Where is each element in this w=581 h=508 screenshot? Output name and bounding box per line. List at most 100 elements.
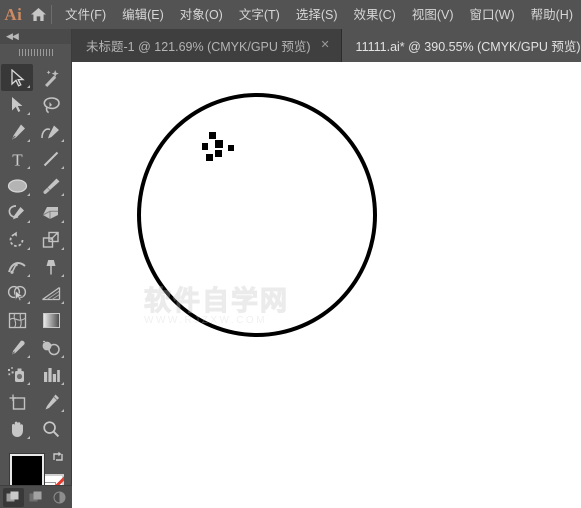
tool-corner-indicator [27, 436, 30, 439]
menu-divider [51, 5, 53, 24]
blend-tool[interactable] [35, 334, 67, 361]
symbol-sprayer-tool[interactable] [1, 361, 33, 388]
tool-corner-indicator [61, 355, 64, 358]
tool-corner-indicator [27, 166, 30, 169]
home-icon[interactable] [27, 7, 51, 22]
mark-square [206, 154, 213, 161]
menu-select[interactable]: 选择(S) [288, 4, 346, 26]
line-segment-tool[interactable] [35, 145, 67, 172]
mark-square [215, 150, 222, 157]
tool-corner-indicator [61, 382, 64, 385]
curvature-tool[interactable] [35, 118, 67, 145]
tool-corner-indicator [27, 139, 30, 142]
tools-panel: ◀◀ T [0, 29, 72, 508]
lasso-tool[interactable] [35, 91, 67, 118]
width-tool[interactable] [1, 253, 33, 280]
column-graph-tool[interactable] [35, 361, 67, 388]
tool-row [0, 118, 71, 145]
mark-square [209, 132, 216, 139]
shaper-tool[interactable] [1, 199, 33, 226]
eyedropper-tool[interactable] [1, 334, 33, 361]
hand-tool[interactable] [1, 415, 33, 442]
tool-corner-indicator [27, 274, 30, 277]
tool-row [0, 199, 71, 226]
tools-panel-header: ◀◀ [0, 29, 71, 44]
tool-row [0, 64, 71, 91]
document-tab-untitled[interactable]: 未标题-1 @ 121.69% (CMYK/GPU 预览) ✕ [72, 29, 342, 62]
zoom-tool[interactable] [35, 415, 67, 442]
tool-corner-indicator [61, 166, 64, 169]
tab-label: 11111.ai* @ 390.55% (CMYK/GPU 预览) [355, 40, 581, 54]
tool-row [0, 280, 71, 307]
tool-corner-indicator [27, 112, 30, 115]
screen-mode-fullmenu[interactable] [26, 488, 47, 507]
tool-row [0, 388, 71, 415]
perspective-grid-tool[interactable] [35, 280, 67, 307]
tool-row [0, 334, 71, 361]
tab-label: 未标题-1 @ 121.69% (CMYK/GPU 预览) [86, 40, 311, 54]
illustrator-window: Ai 文件(F) 编辑(E) 对象(O) 文字(T) 选择(S) 效果(C) 视… [0, 0, 581, 508]
pen-tool[interactable] [1, 118, 33, 145]
free-transform-tool[interactable] [35, 253, 67, 280]
app-logo: Ai [4, 4, 23, 24]
tool-corner-indicator [27, 85, 30, 88]
selection-tool[interactable] [1, 64, 33, 91]
tool-corner-indicator [27, 355, 30, 358]
eraser-tool[interactable] [35, 199, 67, 226]
tool-row [0, 415, 71, 442]
tool-corner-indicator [61, 247, 64, 250]
svg-text:T: T [12, 150, 23, 168]
tool-corner-indicator [61, 301, 64, 304]
tool-row: T [0, 145, 71, 172]
screen-mode-fullscreen[interactable] [49, 488, 70, 507]
artboard-canvas[interactable]: 软件自学网 WWW.RJZXW.COM [72, 62, 581, 508]
menu-help[interactable]: 帮助(H) [523, 4, 581, 26]
shape-builder-tool[interactable] [1, 280, 33, 307]
tool-row [0, 91, 71, 118]
tool-corner-indicator [27, 301, 30, 304]
menu-file[interactable]: 文件(F) [57, 4, 114, 26]
rotate-tool[interactable] [1, 226, 33, 253]
screen-mode-normal[interactable] [2, 487, 24, 507]
panel-drag-grip[interactable] [0, 44, 71, 60]
tool-corner-indicator [61, 193, 64, 196]
slice-tool[interactable] [35, 388, 67, 415]
swap-fill-stroke-icon[interactable] [51, 450, 65, 464]
tool-row [0, 226, 71, 253]
type-tool[interactable]: T [1, 145, 33, 172]
menu-edit[interactable]: 编辑(E) [114, 4, 172, 26]
menu-item-list: 文件(F) 编辑(E) 对象(O) 文字(T) 选择(S) 效果(C) 视图(V… [57, 4, 581, 26]
tool-corner-indicator [61, 220, 64, 223]
menu-window[interactable]: 窗口(W) [462, 4, 523, 26]
menu-type[interactable]: 文字(T) [231, 4, 288, 26]
document-tab-11111[interactable]: 11111.ai* @ 390.55% (CMYK/GPU 预览) [341, 29, 581, 62]
close-icon[interactable]: ✕ [319, 39, 332, 52]
tool-corner-indicator [61, 409, 64, 412]
menu-object[interactable]: 对象(O) [172, 4, 231, 26]
artboard-tool[interactable] [1, 388, 33, 415]
direct-selection-tool[interactable] [1, 91, 33, 118]
tool-list: T [0, 60, 71, 442]
tool-corner-indicator [27, 220, 30, 223]
mark-square [202, 143, 208, 150]
chevron-double-left-icon[interactable]: ◀◀ [6, 32, 19, 41]
menu-view[interactable]: 视图(V) [404, 4, 462, 26]
scale-tool[interactable] [35, 226, 67, 253]
ellipse-tool[interactable] [1, 172, 33, 199]
tool-corner-indicator [61, 274, 64, 277]
tool-corner-indicator [61, 139, 64, 142]
fill-swatch[interactable] [10, 454, 44, 488]
screen-mode-buttons [0, 485, 72, 508]
menu-bar: Ai 文件(F) 编辑(E) 对象(O) 文字(T) 选择(S) 效果(C) 视… [0, 0, 581, 29]
paintbrush-tool[interactable] [35, 172, 67, 199]
tool-row [0, 172, 71, 199]
tool-corner-indicator [27, 382, 30, 385]
gradient-tool[interactable] [35, 307, 67, 334]
circle-path[interactable] [137, 93, 377, 337]
grip-dots-icon [18, 48, 53, 56]
tool-row [0, 253, 71, 280]
mesh-tool[interactable] [1, 307, 33, 334]
magic-wand-tool[interactable] [35, 64, 67, 91]
menu-effect[interactable]: 效果(C) [345, 4, 403, 26]
mark-square [215, 140, 223, 148]
